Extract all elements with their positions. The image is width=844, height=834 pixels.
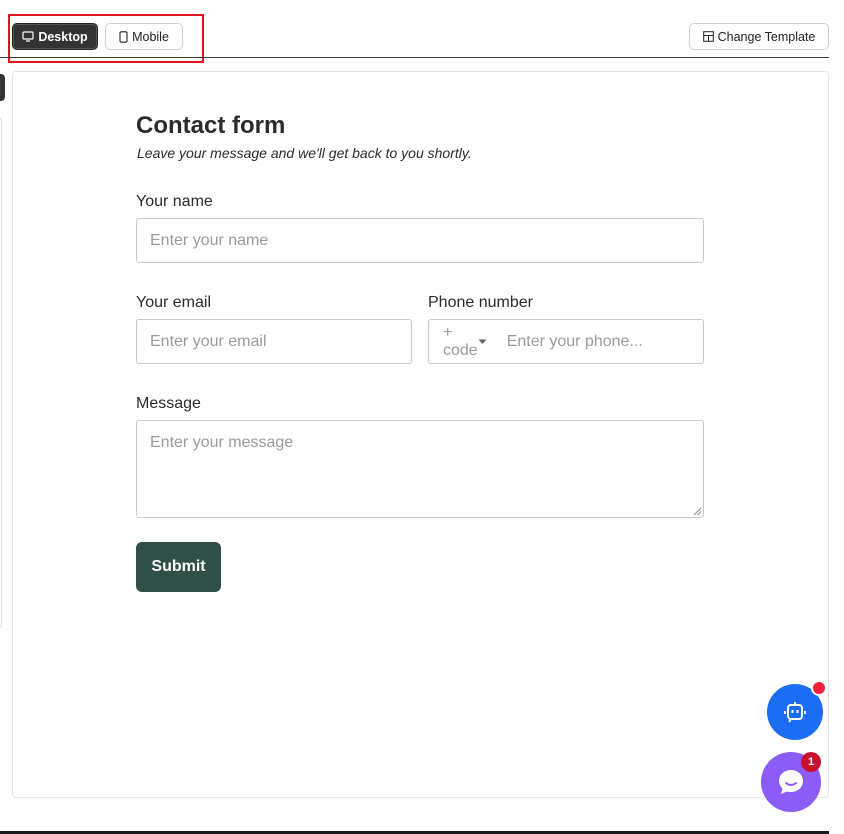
country-code-select[interactable]: + code — [429, 320, 499, 363]
change-template-label: Change Template — [717, 29, 816, 44]
smartphone-icon — [119, 30, 128, 43]
left-side-panel — [0, 117, 2, 629]
message-label: Message — [136, 395, 201, 412]
form-title: Contact form — [136, 112, 286, 139]
desktop-view-button[interactable]: Desktop — [12, 23, 98, 50]
email-input[interactable] — [136, 319, 412, 364]
notification-dot — [811, 680, 827, 696]
submit-button[interactable]: Submit — [136, 542, 221, 592]
form-subtitle: Leave your message and we'll get back to… — [137, 145, 472, 161]
email-label: Your email — [136, 294, 212, 311]
name-input[interactable] — [136, 218, 704, 263]
mobile-view-label: Mobile — [132, 29, 169, 44]
phone-input[interactable] — [498, 320, 722, 363]
chat-bubble-icon — [776, 767, 806, 797]
desktop-view-label: Desktop — [38, 29, 88, 44]
left-panel-toggle[interactable] — [0, 74, 5, 101]
monitor-icon — [22, 31, 34, 42]
country-code-placeholder: + code — [443, 323, 478, 359]
caret-down-icon — [478, 339, 487, 345]
robot-icon — [783, 700, 807, 724]
chat-unread-badge: 1 — [801, 752, 821, 772]
change-template-button[interactable]: Change Template — [689, 23, 829, 50]
message-textarea[interactable] — [136, 420, 704, 518]
phone-label: Phone number — [428, 294, 533, 311]
mobile-view-button[interactable]: Mobile — [105, 23, 183, 50]
resize-grip-icon[interactable] — [693, 507, 702, 516]
phone-field: + code — [428, 319, 722, 364]
toolbar-divider — [0, 57, 829, 58]
name-label: Your name — [136, 193, 213, 210]
layout-template-icon — [702, 31, 714, 42]
